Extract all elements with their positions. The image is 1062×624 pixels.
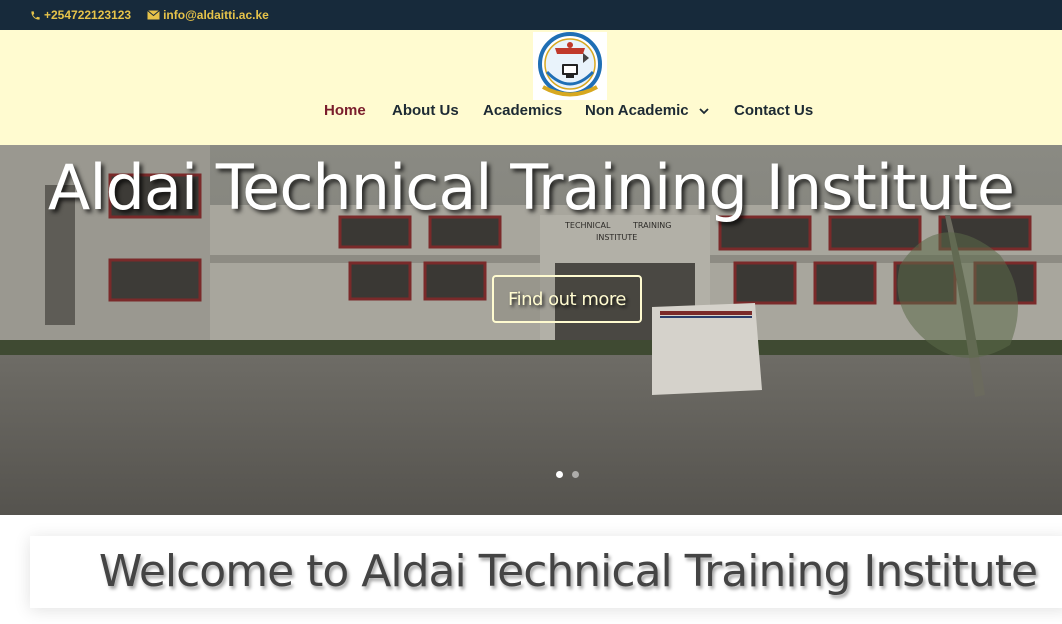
main-nav: Home About Us Academics Non Academic Con… — [0, 100, 1062, 124]
nav-academics[interactable]: Academics — [483, 102, 562, 119]
nav-home-label: Home — [324, 102, 366, 119]
phone-number: +254722123123 — [44, 8, 132, 22]
nav-about-us-label: About Us — [392, 102, 459, 119]
envelope-icon — [147, 10, 160, 20]
hero-slider: TECHNICAL TRAINING INSTITUTE Aldai Techn… — [0, 145, 1062, 515]
phone-icon — [31, 10, 40, 20]
phone-link[interactable]: +254722123123 — [30, 8, 131, 22]
find-out-more-button[interactable]: Find out more — [492, 275, 642, 323]
email-link[interactable]: info@aldaitti.ac.ke — [147, 8, 269, 22]
nav-home[interactable]: Home — [324, 102, 366, 119]
nav-about-us[interactable]: About Us — [392, 102, 459, 119]
chevron-down-icon — [699, 107, 709, 114]
nav-non-academic[interactable]: Non Academic — [585, 102, 709, 119]
logo-emblem — [538, 32, 602, 97]
top-bar: +254722123123 info@aldaitti.ac.ke — [0, 0, 1062, 30]
nav-non-academic-label: Non Academic — [585, 102, 689, 119]
slider-pagination — [556, 471, 579, 478]
slider-dot-1[interactable] — [556, 471, 563, 478]
welcome-section: Welcome to Aldai Technical Training Inst… — [30, 536, 1062, 608]
hero-title: Aldai Technical Training Institute — [47, 151, 1015, 224]
slider-dot-2[interactable] — [572, 471, 579, 478]
nav-contact-us[interactable]: Contact Us — [734, 102, 813, 119]
site-header: Home About Us Academics Non Academic Con… — [0, 30, 1062, 145]
nav-contact-us-label: Contact Us — [734, 102, 814, 119]
institute-logo[interactable] — [533, 32, 607, 100]
building-sign-institute: INSTITUTE — [596, 233, 637, 242]
nav-academics-label: Academics — [483, 102, 563, 119]
email-address: info@aldaitti.ac.ke — [163, 8, 269, 22]
welcome-heading: Welcome to Aldai Technical Training Inst… — [98, 546, 1038, 597]
